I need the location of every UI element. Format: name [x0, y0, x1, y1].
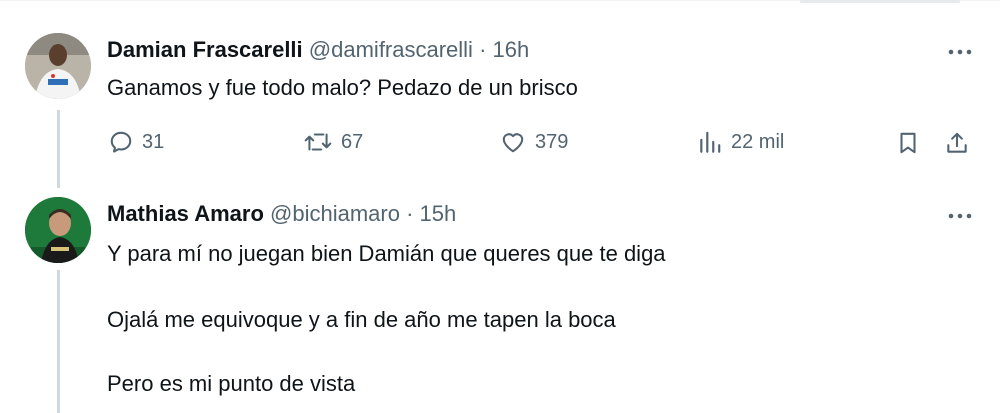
repost-count: 67: [341, 130, 364, 153]
tweet-actions: 31 67 379 22 mil: [0, 126, 1000, 160]
bookmark-button[interactable]: [895, 129, 921, 157]
tweet-header: Damian Frascarelli @damifrascarelli · 16…: [107, 36, 529, 64]
avatar-image: [25, 33, 91, 99]
share-icon: [947, 132, 967, 153]
separator: ·: [479, 37, 487, 62]
bookmark-icon: [900, 132, 916, 154]
reply-count: 31: [142, 130, 165, 153]
avatar[interactable]: [25, 33, 91, 99]
avatar[interactable]: [25, 197, 91, 263]
timestamp[interactable]: 16h: [493, 37, 530, 62]
tweet-text-line: Ojalá me equivoque y a fin de año me tap…: [107, 307, 616, 332]
more-icon: [948, 213, 972, 219]
tweet[interactable]: Mathias Amaro @bichiamaro · 15h Y para m…: [0, 190, 1000, 413]
reply-button[interactable]: 31: [108, 129, 164, 155]
like-button[interactable]: 379: [499, 129, 568, 155]
avatar-image: [25, 197, 91, 263]
thread-line: [57, 270, 60, 413]
reply-icon: [110, 131, 132, 153]
view-count: 22 mil: [731, 130, 785, 153]
more-icon: [948, 49, 972, 55]
views-button[interactable]: 22 mil: [697, 129, 784, 155]
author-handle[interactable]: @damifrascarelli: [309, 37, 473, 62]
more-button[interactable]: [944, 204, 976, 228]
heart-icon: [502, 133, 524, 153]
repost-button[interactable]: 67: [303, 129, 363, 155]
like-count: 379: [535, 130, 569, 153]
author-name[interactable]: Mathias Amaro: [107, 201, 264, 226]
tweet[interactable]: Damian Frascarelli @damifrascarelli · 16…: [0, 0, 1000, 190]
tweet-text: Ganamos y fue todo malo? Pedazo de un br…: [107, 75, 578, 100]
views-icon: [700, 131, 721, 153]
repost-icon: [304, 133, 332, 151]
more-button[interactable]: [944, 40, 976, 64]
timestamp[interactable]: 15h: [420, 201, 457, 226]
separator: ·: [406, 201, 414, 226]
tweet-text-line: Y para mí no juegan bien Damián que quer…: [107, 241, 666, 266]
tweet-header: Mathias Amaro @bichiamaro · 15h: [107, 200, 456, 228]
tweet-text-line: Pero es mi punto de vista: [107, 371, 356, 396]
author-handle[interactable]: @bichiamaro: [270, 201, 400, 226]
share-button[interactable]: [944, 129, 970, 157]
author-name[interactable]: Damian Frascarelli: [107, 37, 303, 62]
